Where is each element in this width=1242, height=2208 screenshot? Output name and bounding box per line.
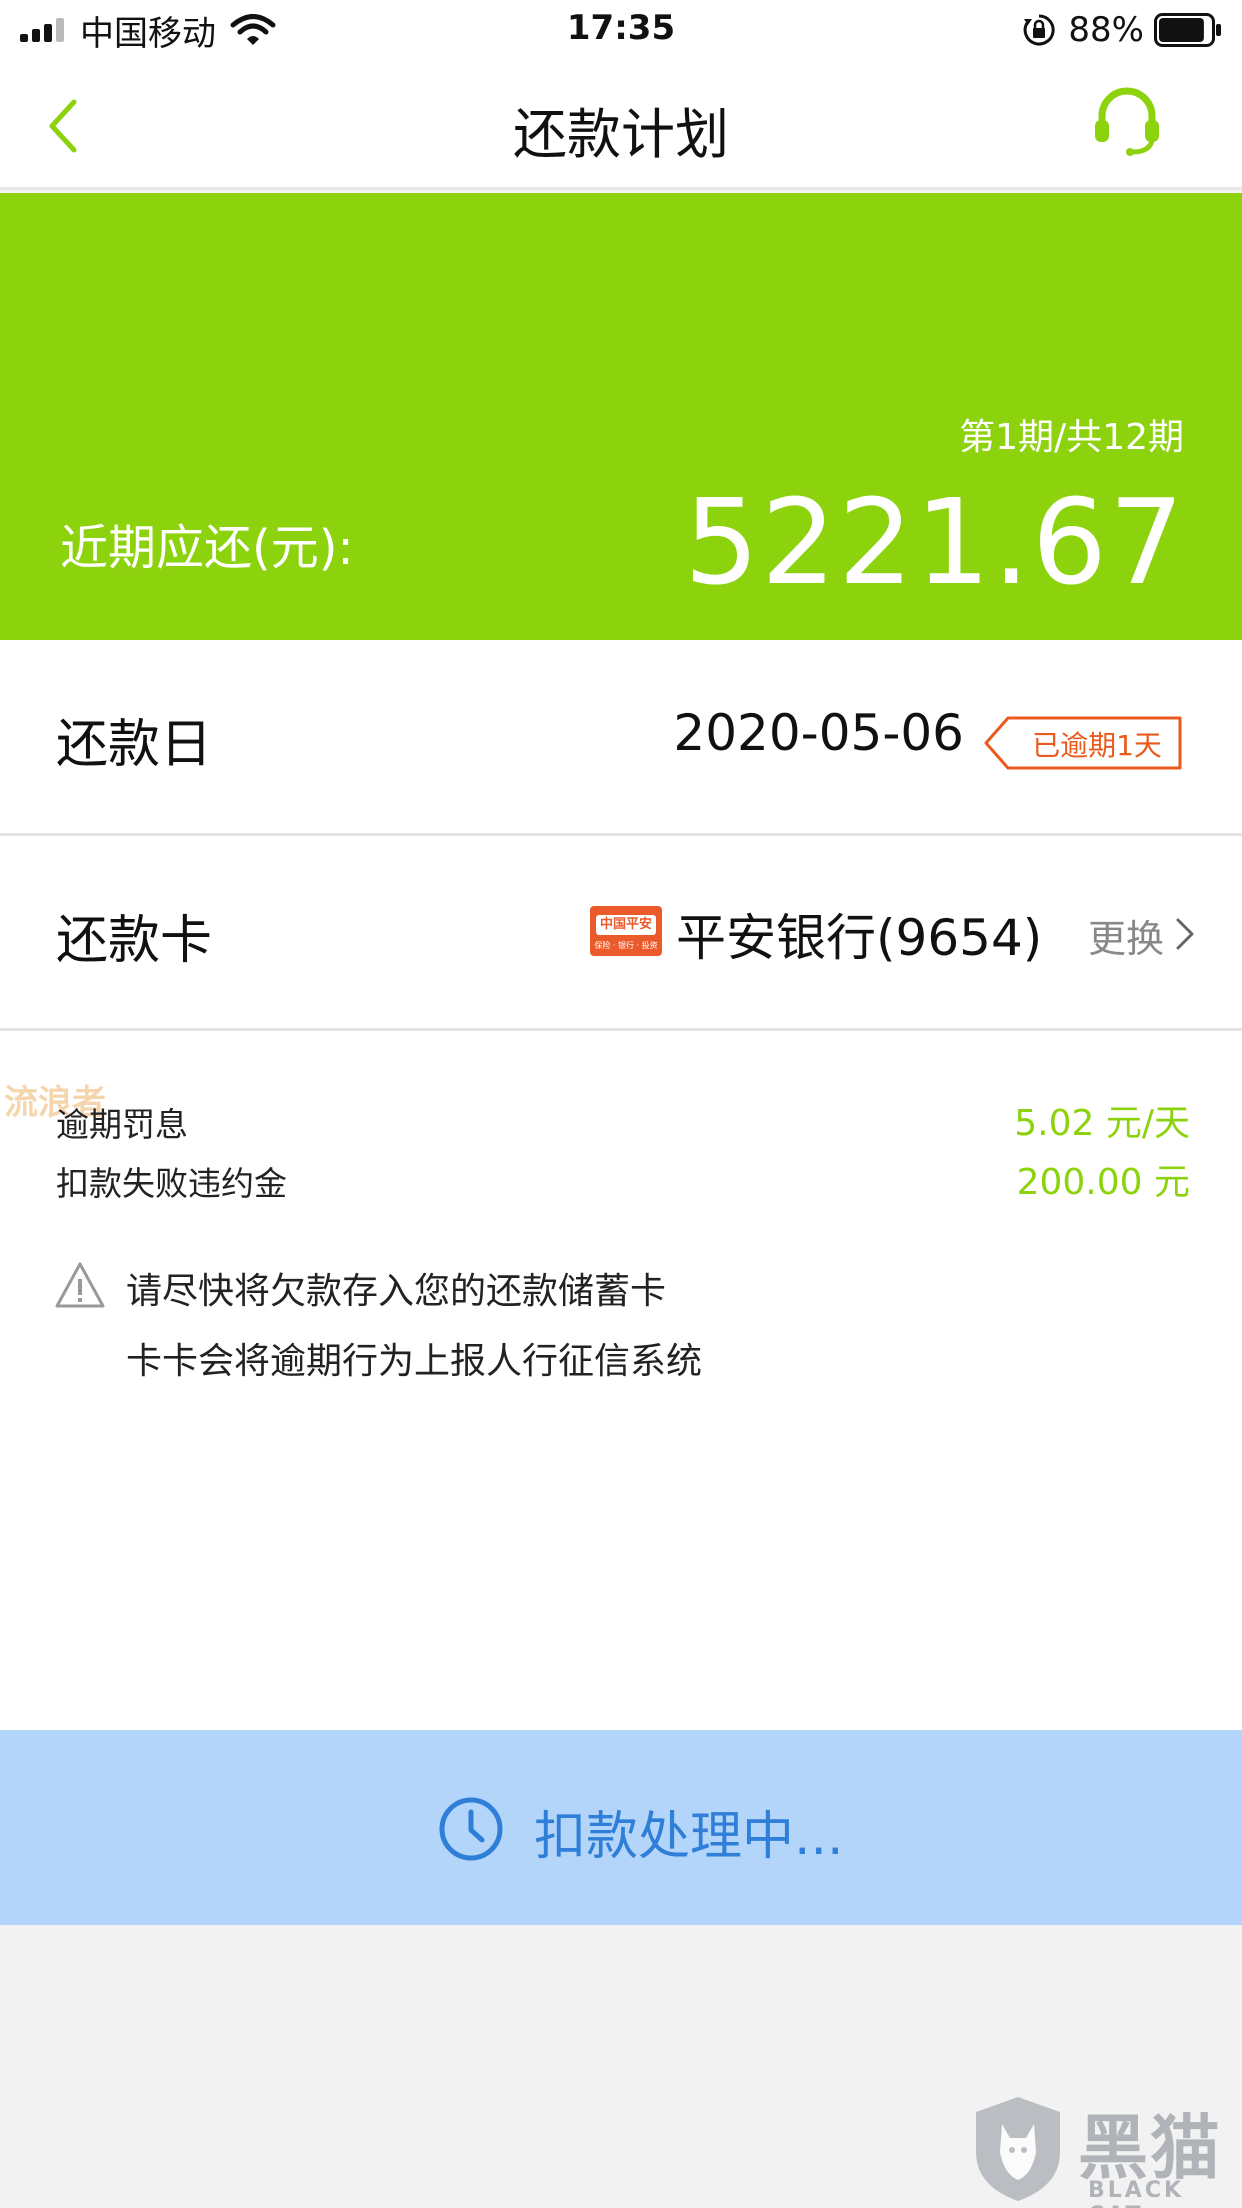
notice-line-1: 请尽快将欠款存入您的还款储蓄卡	[126, 1271, 667, 1312]
page-title: 还款计划	[513, 103, 729, 166]
overdue-badge: 已逾期1天	[984, 716, 1184, 770]
penalty-fee-value: 200.00 元	[1016, 1162, 1190, 1203]
chevron-right-icon	[1176, 918, 1194, 950]
overdue-badge-text: 已逾期1天	[1032, 729, 1162, 762]
blackcat-shield-icon	[976, 2097, 1060, 2201]
change-card-button[interactable]: 更换	[1088, 908, 1164, 963]
amount-due-value: 5221.67	[684, 473, 1186, 611]
blackcat-watermark: 黑猫 BLACK CAT	[970, 2090, 1242, 2208]
divider	[0, 1028, 1242, 1031]
amount-due-label: 近期应还(元):	[60, 520, 354, 576]
bank-card-name: 平安银行(9654)	[676, 909, 1043, 967]
status-right: 88%	[1022, 8, 1222, 52]
bank-logo: 中国平安 保险 · 银行 · 投资	[590, 906, 662, 956]
repayment-summary: 第1期/共12期 近期应还(元): 5221.67	[0, 193, 1242, 640]
deduction-processing-text: 扣款处理中...	[534, 1807, 844, 1867]
repay-card-label: 还款卡	[56, 911, 213, 971]
warning-icon	[55, 1262, 105, 1308]
bank-logo-subtext: 保险 · 银行 · 投资	[594, 941, 658, 950]
battery-percent: 88%	[1068, 10, 1144, 50]
nav-bar: 还款计划	[0, 60, 1242, 190]
late-interest-label: 逾期罚息	[56, 1105, 188, 1144]
repay-date-value: 2020-05-06	[673, 704, 964, 762]
clock-icon	[439, 1797, 503, 1861]
battery-icon	[1154, 13, 1221, 47]
customer-service-button[interactable]	[1092, 84, 1162, 158]
penalty-fee-label: 扣款失败违约金	[56, 1164, 287, 1203]
installment-period: 第1期/共12期	[959, 417, 1184, 458]
deduction-processing-bar[interactable]: 扣款处理中...	[0, 1730, 1242, 1925]
headset-icon	[1095, 87, 1159, 156]
blackcat-name-en: BLACK CAT	[1088, 2178, 1185, 2208]
repay-date-label: 还款日	[56, 715, 213, 775]
repay-card-row[interactable]: 还款卡 中国平安 保险 · 银行 · 投资 平安银行(9654) 更换	[0, 836, 1242, 1028]
bank-logo-text: 中国平安	[596, 915, 656, 935]
status-bar: 中国移动 17:35 88%	[0, 0, 1242, 60]
rotation-lock-icon	[1024, 14, 1056, 46]
repay-date-row: 还款日 2020-05-06 已逾期1天	[0, 640, 1242, 832]
late-interest-value: 5.02 元/天	[1014, 1103, 1190, 1144]
notice-line-2: 卡卡会将逾期行为上报人行征信系统	[126, 1341, 703, 1382]
